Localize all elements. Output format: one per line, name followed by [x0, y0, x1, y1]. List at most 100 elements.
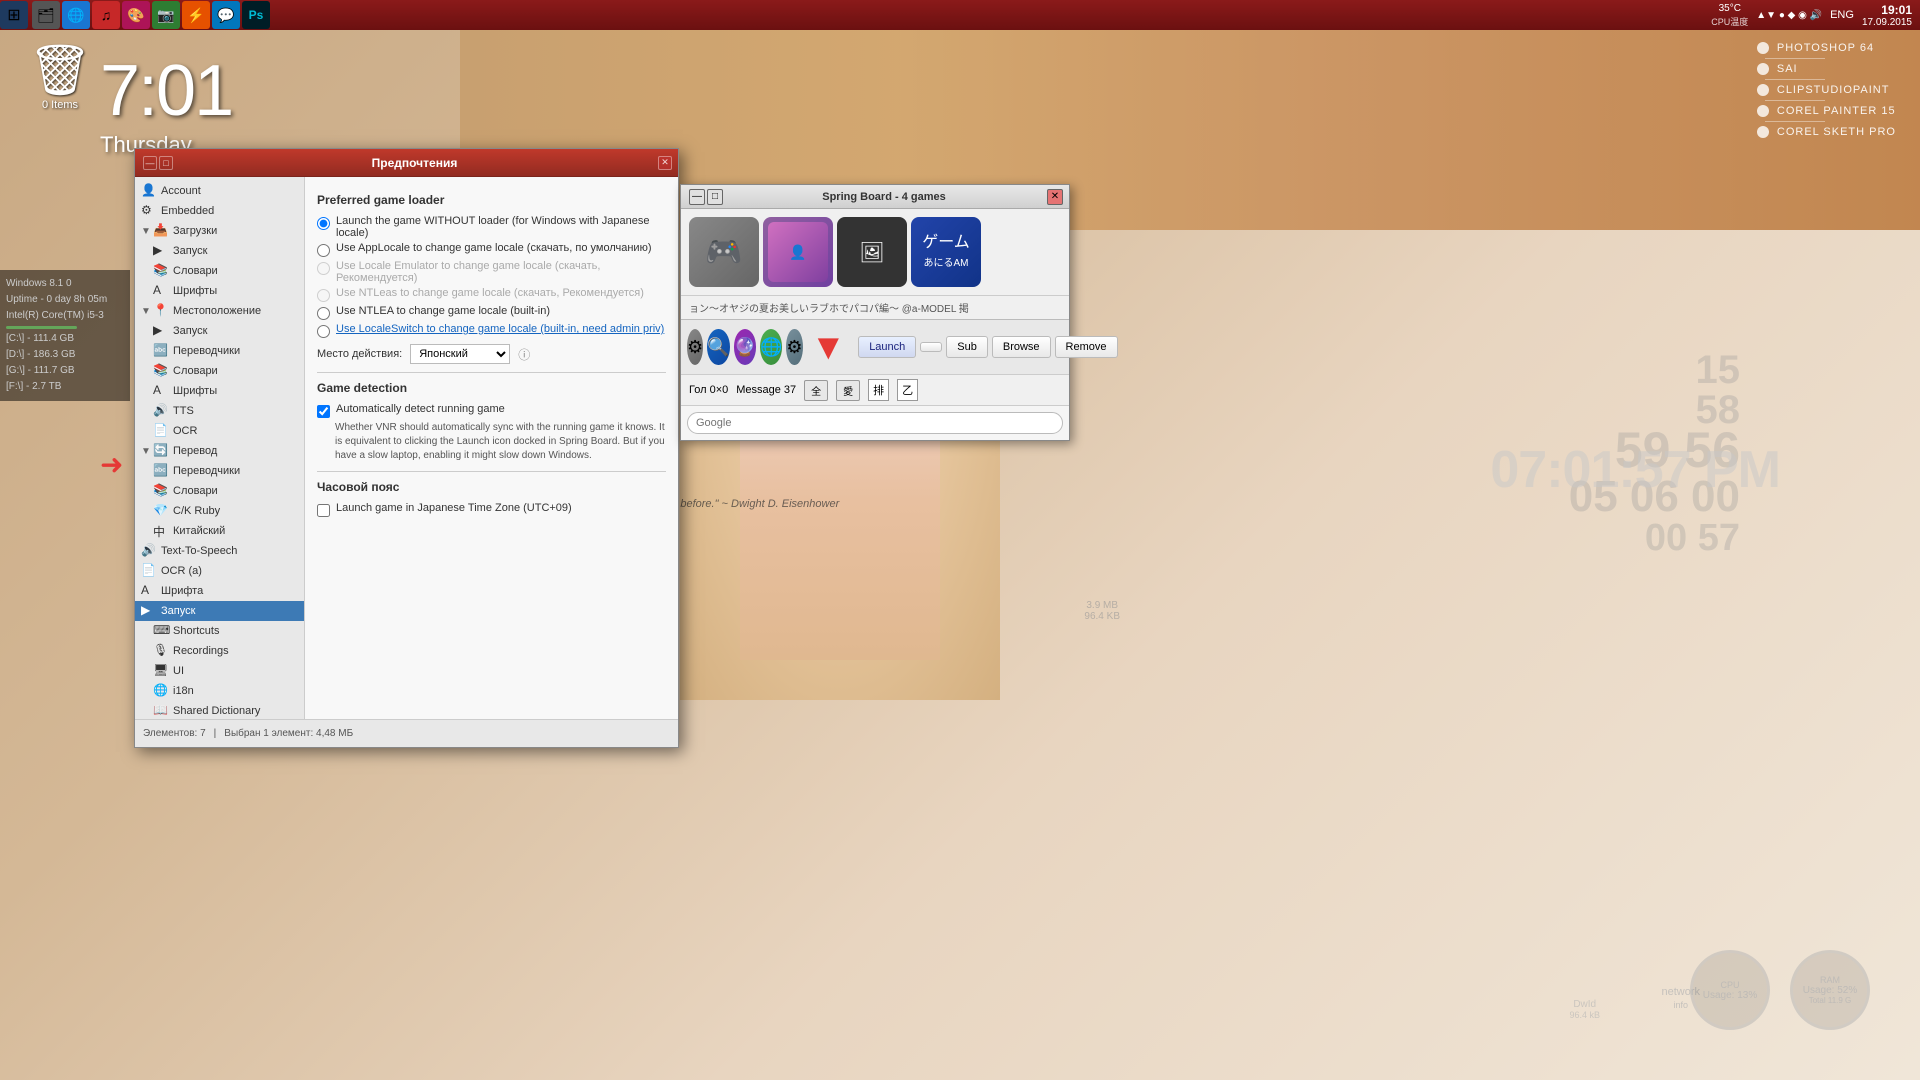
tree-item-tts[interactable]: 🔊 TTS	[135, 401, 304, 421]
radio-localeswitch[interactable]	[317, 325, 330, 338]
radio-label-6: Use LocaleSwitch to change game locale (…	[336, 323, 664, 335]
radio-locale-emulator[interactable]	[317, 262, 330, 275]
sb-close-btn[interactable]: ✕	[1047, 189, 1063, 205]
tree-item-recordings[interactable]: 🎙 Recordings	[135, 641, 304, 661]
tree-item-translators2[interactable]: 🔤 Переводчики	[135, 341, 304, 361]
tree-item-i18n[interactable]: 🌐 i18n	[135, 681, 304, 701]
checkbox-item-1[interactable]: Automatically detect running game	[317, 403, 666, 418]
tree-item-fonts3[interactable]: A Шрифта	[135, 581, 304, 601]
sb-launch-btn[interactable]: Launch	[858, 336, 916, 358]
tree-item-dicts3[interactable]: 📚 Словари	[135, 481, 304, 501]
sb-tool-globe[interactable]: 🌐	[760, 329, 782, 365]
tree-item-embedded[interactable]: ⚙ Embedded	[135, 201, 304, 221]
sb-tool-settings[interactable]: ⚙	[786, 329, 802, 365]
tree-item-location[interactable]: ▼ 📍 Местоположение	[135, 301, 304, 321]
tree-item-downloads[interactable]: ▼ 📥 Загрузки	[135, 221, 304, 241]
tree-item-shortcuts[interactable]: ⌨ Shortcuts	[135, 621, 304, 641]
game-thumb-1[interactable]: 🎮	[689, 217, 759, 287]
tree-item-account[interactable]: 👤 Account	[135, 181, 304, 201]
sb-browse-btn[interactable]: Browse	[992, 336, 1051, 358]
clock-display: 7:01	[100, 50, 232, 132]
sb-all-btn[interactable]: 全	[804, 380, 828, 401]
tree-label-recordings: Recordings	[173, 645, 229, 657]
tree-item-fonts1[interactable]: A Шрифты	[135, 281, 304, 301]
right-app-corel-painter[interactable]: COREL PAINTER 15	[1753, 103, 1900, 119]
tree-item-translators3[interactable]: 🔤 Переводчики	[135, 461, 304, 481]
radio-item-2[interactable]: Use AppLocale to change game locale (ска…	[317, 242, 666, 257]
prefs-close-btn[interactable]: ✕	[658, 156, 672, 170]
checkbox-item-2[interactable]: Launch game in Japanese Time Zone (UTC+0…	[317, 502, 666, 517]
taskbar-icon-browser[interactable]: 🌐	[62, 1, 90, 29]
right-app-photoshop[interactable]: PHOTOSHOP 64	[1753, 40, 1900, 56]
tree-item-dicts1[interactable]: 📚 Словари	[135, 261, 304, 281]
radio-item-5[interactable]: Use NTLEA to change game locale (built-i…	[317, 305, 666, 320]
sb-tool-magic[interactable]: 🔮	[734, 329, 756, 365]
game-thumb-2[interactable]: 👤	[763, 217, 833, 287]
sb-tool-search[interactable]: 🔍	[707, 329, 729, 365]
location-select[interactable]: Японский	[410, 344, 510, 364]
radio-item-6[interactable]: Use LocaleSwitch to change game locale (…	[317, 323, 666, 338]
taskbar-icon-itunes[interactable]: ♫	[92, 1, 120, 29]
dl-size-1: 3.9 MB	[1084, 600, 1120, 611]
right-app-sai[interactable]: SAI	[1753, 61, 1900, 77]
game-thumb-4[interactable]: ゲームあにるAM	[911, 217, 981, 287]
timezone-checkbox[interactable]	[317, 504, 330, 517]
tree-item-ui[interactable]: 🖥 UI	[135, 661, 304, 681]
translators-icon: 🔤	[153, 343, 169, 359]
section-timezone-title: Часовой пояс	[317, 480, 666, 494]
sb-remove-btn[interactable]: Remove	[1055, 336, 1118, 358]
radio-ntleas[interactable]	[317, 289, 330, 302]
prefs-maximize-btn[interactable]: □	[159, 156, 173, 170]
sb-sub-btn[interactable]: Sub	[946, 336, 988, 358]
prefs-content-area: Preferred game loader Launch the game WI…	[305, 177, 678, 719]
tree-item-translation[interactable]: ▼ 🔄 Перевод	[135, 441, 304, 461]
taskbar-icon-skype[interactable]: 💬	[212, 1, 240, 29]
tree-item-fonts2[interactable]: A Шрифты	[135, 381, 304, 401]
radio-no-loader[interactable]	[317, 217, 330, 230]
game-thumb-3[interactable]: 🖼	[837, 217, 907, 287]
tree-item-tts2[interactable]: 🔊 Text-To-Speech	[135, 541, 304, 561]
radio-ntlea[interactable]	[317, 307, 330, 320]
right-app-sidebar: PHOTOSHOP 64 SAI CLIPSTUDIOPAINT COREL P…	[1753, 40, 1900, 140]
right-app-corel-sketch[interactable]: COREL SKETH PRO	[1753, 124, 1900, 140]
sb-kanji-btn[interactable]: 愛	[836, 380, 860, 401]
taskbar-icon-art[interactable]: 🎨	[122, 1, 150, 29]
sb-jp-btn-2[interactable]: 乙	[897, 379, 918, 401]
taskbar-icon-ps[interactable]: Ps	[242, 1, 270, 29]
tree-label-account: Account	[161, 185, 201, 197]
tree-item-dicts2[interactable]: 📚 Словари	[135, 361, 304, 381]
tree-item-launch1[interactable]: ▶ Запуск	[135, 241, 304, 261]
tree-item-launch2[interactable]: ▶ Запуск	[135, 321, 304, 341]
radio-applocale[interactable]	[317, 244, 330, 257]
taskbar-icon-filemanager[interactable]: 🗂	[32, 1, 60, 29]
sb-minimize-btn[interactable]: —	[689, 189, 705, 205]
system-widgets: CPU Usage: 13% RAM Usage: 52% Total 11.9…	[1690, 950, 1870, 1030]
tree-item-chinese[interactable]: 中 Китайский	[135, 521, 304, 541]
sb-search-input[interactable]	[687, 412, 1063, 434]
tree-item-ckruby[interactable]: 💎 C/K Ruby	[135, 501, 304, 521]
top-photo-panel	[460, 30, 1920, 230]
auto-detect-checkbox[interactable]	[317, 405, 330, 418]
tree-item-ocr1[interactable]: 📄 OCR	[135, 421, 304, 441]
big-clock-right: 07:01:57 PM	[1490, 440, 1780, 500]
tree-item-ocr2[interactable]: 📄 OCR (a)	[135, 561, 304, 581]
taskbar-right: 35°C CPU温度 ▲▼ ● ◆ ◉ 🔊 ENG 19:01 17.09.20…	[1711, 3, 1920, 28]
right-app-clipstudio[interactable]: CLIPSTUDIOPAINT	[1753, 82, 1900, 98]
sb-message: Message 37	[736, 384, 796, 396]
sb-edit-btn[interactable]	[920, 342, 942, 352]
sb-maximize-btn[interactable]: □	[707, 189, 723, 205]
taskbar-icon-photos[interactable]: 📷	[152, 1, 180, 29]
radio-item-1[interactable]: Launch the game WITHOUT loader (for Wind…	[317, 215, 666, 239]
trash-icon-container[interactable]: 🗑 0 Items	[20, 45, 100, 111]
sb-tool-gear[interactable]: ⚙	[687, 329, 703, 365]
tree-item-shared-dict[interactable]: 📖 Shared Dictionary	[135, 701, 304, 719]
radio-item-3[interactable]: Use Locale Emulator to change game local…	[317, 260, 666, 284]
tree-item-launch-selected[interactable]: ▶ Запуск	[135, 601, 304, 621]
prefs-minimize-btn[interactable]: —	[143, 156, 157, 170]
sb-jp-btn-1[interactable]: 排	[868, 379, 889, 401]
taskbar-icon-lightning[interactable]: ⚡	[182, 1, 210, 29]
start-button[interactable]: ⊞	[0, 1, 28, 29]
radio-item-4[interactable]: Use NTLeas to change game locale (скачат…	[317, 287, 666, 302]
account-icon: 👤	[141, 183, 157, 199]
trash-icon: 🗑	[28, 45, 91, 95]
